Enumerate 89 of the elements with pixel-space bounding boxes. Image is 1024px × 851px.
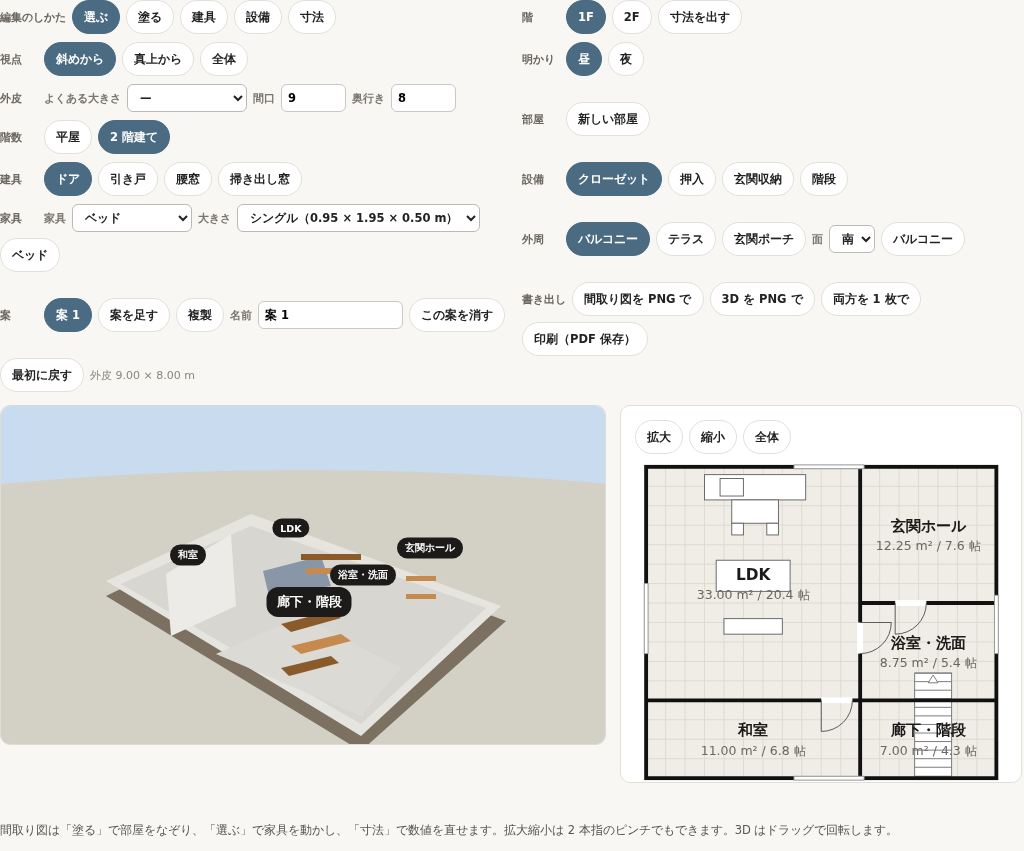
- option-button[interactable]: 階段: [800, 162, 848, 196]
- option-button[interactable]: 寸法: [288, 0, 336, 34]
- room-area: 8.75 m² / 5.4 帖: [879, 655, 977, 671]
- option-button[interactable]: 1F: [566, 0, 606, 34]
- window-drawing: [793, 464, 865, 470]
- action-button[interactable]: 最初に戻す: [0, 358, 84, 392]
- zoom-button[interactable]: 拡大: [635, 420, 683, 454]
- option-button[interactable]: 玄関収納: [722, 162, 794, 196]
- room-area: 12.25 m² / 7.6 帖: [875, 538, 981, 554]
- row-label: 階: [522, 9, 534, 25]
- option-button[interactable]: 押入: [668, 162, 716, 196]
- row-label: 明かり: [522, 51, 556, 67]
- footer-note: 間取り図は「塗る」で部屋をなぞり、「選ぶ」で家具を動かし、「寸法」で数値を直せます。拡大縮小は 2 本指のピンチでもできます。3D はドラッグで回転します。: [0, 823, 900, 838]
- action-button[interactable]: 全体: [200, 42, 248, 76]
- input-field[interactable]: 8: [391, 84, 456, 112]
- zoom-button[interactable]: 全体: [743, 420, 791, 454]
- option-button[interactable]: 平屋: [44, 120, 92, 154]
- option-button[interactable]: ドア: [44, 162, 92, 196]
- option-button[interactable]: 掃き出し窓: [218, 162, 302, 196]
- door-drawing: [894, 600, 927, 635]
- row-label: 視点: [0, 51, 23, 67]
- field-label: 奥行き: [352, 90, 385, 106]
- field-label: よくある大きさ: [44, 90, 121, 106]
- option-button[interactable]: 選ぶ: [72, 0, 120, 34]
- dining-table-drawing: [731, 499, 779, 536]
- room-tag: 廊下・階段: [266, 587, 352, 618]
- row-label: 設備: [522, 171, 545, 187]
- row-label: 家具: [0, 210, 23, 226]
- option-button[interactable]: 2 階建て: [98, 120, 170, 154]
- dropdown-field[interactable]: シングル（0.95 × 1.95 × 0.50 m）: [237, 204, 480, 232]
- option-button[interactable]: 夜: [608, 42, 644, 76]
- dropdown-field[interactable]: 南: [829, 225, 875, 253]
- option-button[interactable]: 引き戸: [98, 162, 158, 196]
- action-button[interactable]: バルコニー: [881, 222, 965, 256]
- row-label: 外皮: [0, 90, 23, 106]
- option-button[interactable]: 昼: [566, 42, 602, 76]
- door-drawing: [857, 622, 892, 655]
- room-name: 廊下・階段: [890, 721, 966, 740]
- row-label: 部屋: [522, 111, 545, 127]
- dropdown-field[interactable]: ベッド: [72, 204, 192, 232]
- zoom-button[interactable]: 縮小: [689, 420, 737, 454]
- input-field[interactable]: 9: [281, 84, 346, 112]
- room-name: 浴室・洗面: [890, 633, 966, 652]
- action-button[interactable]: 新しい部屋: [566, 102, 650, 136]
- option-button[interactable]: 斜めから: [44, 42, 116, 76]
- field-label: 大きさ: [198, 210, 231, 226]
- field-label: 家具: [44, 210, 66, 226]
- room-tag: 玄関ホール: [396, 537, 463, 559]
- field-label: 面: [812, 231, 823, 247]
- field-label: 間口: [253, 90, 275, 106]
- room-name: 和室: [738, 721, 769, 740]
- option-button[interactable]: 腰窓: [164, 162, 212, 196]
- row-label: 案: [0, 307, 12, 323]
- window-drawing: [643, 583, 649, 655]
- option-button[interactable]: 案 1: [44, 298, 92, 332]
- action-button[interactable]: 間取り図を PNG で: [572, 282, 704, 316]
- action-button[interactable]: 3D を PNG で: [709, 282, 815, 316]
- input-field[interactable]: 案 1: [258, 301, 403, 329]
- action-button[interactable]: この案を消す: [409, 298, 505, 332]
- room-name: LDK: [735, 565, 771, 584]
- room-tag: 浴室・洗面: [330, 564, 397, 586]
- option-button[interactable]: 玄関ポーチ: [722, 222, 806, 256]
- room-area: 11.00 m² / 6.8 帖: [700, 742, 806, 758]
- action-button[interactable]: 両方を 1 枚で: [820, 282, 921, 316]
- row-label: 建具: [0, 171, 23, 187]
- row-label: 編集のしかた: [0, 9, 66, 25]
- action-button[interactable]: ベッド: [0, 238, 60, 272]
- action-button[interactable]: 寸法を出す: [657, 0, 742, 34]
- action-button[interactable]: 案を足す: [98, 298, 170, 332]
- field-label: 名前: [230, 307, 252, 323]
- row-label: 外周: [522, 231, 545, 247]
- action-button[interactable]: 複製: [176, 298, 224, 332]
- option-button[interactable]: テラス: [656, 222, 716, 256]
- option-button[interactable]: クローゼット: [566, 162, 662, 196]
- tv-board-drawing: [723, 618, 783, 635]
- window-drawing: [993, 594, 999, 655]
- option-button[interactable]: 設備: [234, 0, 282, 34]
- option-button[interactable]: 真上から: [122, 42, 194, 76]
- row-label: 書き出し: [522, 291, 566, 307]
- option-button[interactable]: バルコニー: [566, 222, 650, 256]
- door-drawing: [820, 697, 853, 732]
- action-button[interactable]: 印刷（PDF 保存）: [522, 322, 648, 356]
- option-button[interactable]: 2F: [611, 0, 652, 34]
- size-note: 外皮 9.00 × 8.00 m: [90, 367, 195, 383]
- row-label: 階数: [0, 129, 23, 145]
- option-button[interactable]: 塗る: [126, 0, 174, 34]
- dropdown-field[interactable]: —: [127, 84, 247, 112]
- room-name: 玄関ホール: [890, 517, 966, 536]
- option-button[interactable]: 建具: [180, 0, 228, 34]
